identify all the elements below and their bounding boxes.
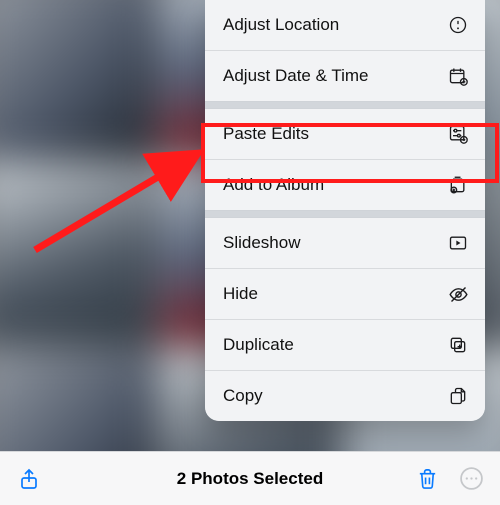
menu-item-adjust-date-time[interactable]: Adjust Date & Time xyxy=(205,50,485,101)
menu-item-label: Duplicate xyxy=(223,335,294,355)
menu-item-slideshow[interactable]: Slideshow xyxy=(205,218,485,268)
menu-item-hide[interactable]: Hide xyxy=(205,268,485,319)
eye-off-icon xyxy=(447,283,469,305)
share-button[interactable] xyxy=(14,464,44,494)
info-icon xyxy=(447,14,469,36)
menu-item-adjust-location[interactable]: Adjust Location xyxy=(205,0,485,50)
play-rect-icon xyxy=(447,232,469,254)
trash-button[interactable] xyxy=(412,464,442,494)
menu-item-label: Paste Edits xyxy=(223,124,309,144)
duplicate-icon xyxy=(447,334,469,356)
more-button[interactable] xyxy=(456,464,486,494)
menu-separator xyxy=(205,210,485,218)
copy-icon xyxy=(447,385,469,407)
menu-item-label: Slideshow xyxy=(223,233,301,253)
menu-item-label: Adjust Date & Time xyxy=(223,66,369,86)
sliders-download-icon xyxy=(447,123,469,145)
album-add-icon xyxy=(447,174,469,196)
menu-item-add-to-album[interactable]: Add to Album xyxy=(205,159,485,210)
menu-item-label: Copy xyxy=(223,386,263,406)
menu-item-label: Hide xyxy=(223,284,258,304)
menu-item-paste-edits[interactable]: Paste Edits xyxy=(205,109,485,159)
context-menu: Adjust Location Adjust Date & Time Paste… xyxy=(205,0,485,421)
menu-item-label: Add to Album xyxy=(223,175,324,195)
menu-item-copy[interactable]: Copy xyxy=(205,370,485,421)
menu-item-duplicate[interactable]: Duplicate xyxy=(205,319,485,370)
toolbar-title: 2 Photos Selected xyxy=(177,469,323,489)
menu-item-label: Adjust Location xyxy=(223,15,339,35)
bottom-toolbar: 2 Photos Selected xyxy=(0,451,500,505)
calendar-add-icon xyxy=(447,65,469,87)
menu-separator xyxy=(205,101,485,109)
